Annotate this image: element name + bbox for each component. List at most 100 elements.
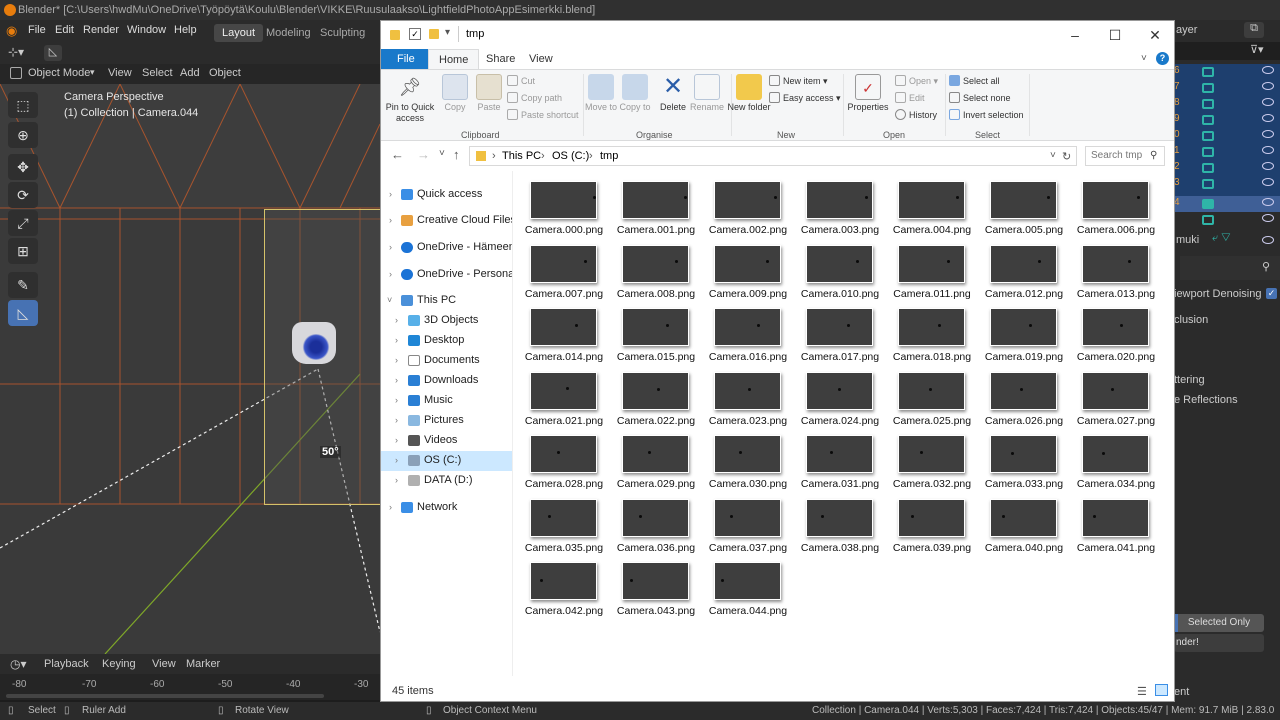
refresh-icon[interactable]: ↻ [1062,150,1071,163]
file-item[interactable]: Camera.010.png [789,237,879,300]
edit-button[interactable]: Edit [895,92,925,103]
mug-object[interactable] [292,322,336,364]
select-tool-icon[interactable]: ⬚ [8,92,38,118]
maximize-button[interactable]: ☐ [1095,21,1135,49]
outliner-row[interactable]: 8 [1174,96,1280,112]
3d-viewport[interactable]: 50° Camera Perspective (1) Collection | … [0,84,380,654]
file-item[interactable]: Camera.000.png [513,173,603,236]
file-item[interactable]: Camera.015.png [605,300,695,363]
properties-button[interactable]: ✓ Properties [845,74,891,113]
file-item[interactable]: Camera.027.png [1065,364,1155,427]
file-item[interactable]: Camera.023.png [697,364,787,427]
menu-add[interactable]: Add [180,67,200,79]
file-list[interactable]: Camera.000.png Camera.001.png Camera.002.p… [513,171,1174,676]
history-button[interactable]: History [895,109,937,120]
file-item[interactable]: Camera.009.png [697,237,787,300]
file-item[interactable]: Camera.011.png [881,237,971,300]
expand-ribbon-icon[interactable]: ˅ [1141,53,1147,64]
file-item[interactable]: Camera.028.png [513,427,603,490]
filter-icon[interactable]: ⊽▾ [1250,43,1264,56]
workspace-sculpting[interactable]: Sculpting [312,24,373,42]
nav-3d-objects[interactable]: › 3D Objects [381,311,513,331]
forward-arrow-icon[interactable]: → [417,147,430,162]
measure-tool-icon[interactable]: ◺ [8,300,38,326]
pin-quick-access-button[interactable]: 📌︎ Pin to Quick access [385,74,435,124]
outliner-row[interactable]: 6 [1174,64,1280,80]
file-item[interactable]: Camera.002.png [697,173,787,236]
blender-icon[interactable]: ◉ [6,23,17,39]
object-mode-dropdown[interactable]: Object Mode [28,67,90,79]
timeline-marker[interactable]: Marker [186,658,220,670]
nav-creative-cloud[interactable]: › Creative Cloud Files [381,211,513,231]
file-item[interactable]: Camera.003.png [789,173,879,236]
file-item[interactable]: Camera.036.png [605,491,695,554]
file-item[interactable]: Camera.035.png [513,491,603,554]
outliner-row[interactable]: 2 [1174,160,1280,176]
customize-toolbar-icon[interactable]: ▾ [445,27,450,38]
nav-pictures[interactable]: › Pictures [381,411,513,431]
file-item[interactable]: Camera.032.png [881,427,971,490]
nav-onedrive-hameen[interactable]: ›OneDrive - Hämeen a [381,238,513,258]
layer-icon[interactable]: ⧉ [1244,22,1264,38]
menu-render[interactable]: Render [83,24,119,36]
workspace-layout[interactable]: Layout [214,24,264,42]
file-item[interactable]: Camera.016.png [697,300,787,363]
selected-only-toggle[interactable]: Selected Only [1174,614,1264,632]
pin-icon[interactable]: ⚲ [1262,260,1270,273]
cursor-tool-icon[interactable]: ⊕ [8,122,38,148]
explorer-title-bar[interactable]: ✓ ▾ tmp – ☐ ✕ [381,21,1174,49]
file-item[interactable]: Camera.021.png [513,364,603,427]
nav-videos[interactable]: › Videos [381,431,513,451]
recent-locations-icon[interactable]: ˅ [439,148,445,159]
select-none-button[interactable]: Select none [949,92,1011,103]
nav-downloads[interactable]: › Downloads [381,371,513,391]
rotate-tool-icon[interactable]: ⟳ [8,182,38,208]
new-folder-button[interactable]: New folder [727,74,771,113]
file-item[interactable]: Camera.014.png [513,300,603,363]
file-item[interactable]: Camera.031.png [789,427,879,490]
file-item[interactable]: Camera.017.png [789,300,879,363]
select-all-button[interactable]: Select all [949,75,1000,86]
file-item[interactable]: Camera.040.png [973,491,1063,554]
invert-selection-button[interactable]: Invert selection [949,109,1024,120]
file-item[interactable]: Camera.013.png [1065,237,1155,300]
scale-tool-icon[interactable]: ⤢ [8,210,38,236]
nav-network[interactable]: › Network [381,498,513,518]
file-item[interactable]: Camera.019.png [973,300,1063,363]
nav-documents[interactable]: › Documents [381,351,513,371]
workspace-modeling[interactable]: Modeling [258,24,319,42]
file-item[interactable]: Camera.043.png [605,554,695,617]
file-item[interactable]: Camera.004.png [881,173,971,236]
file-item[interactable]: Camera.022.png [605,364,695,427]
annotate-tool-icon[interactable]: ✎ [8,272,38,298]
search-input[interactable]: Search tmp ⚲ [1085,146,1165,166]
outliner-row-active[interactable]: 4 [1174,196,1280,212]
clock-icon[interactable]: ◷▾ [10,657,27,671]
timeline-playback[interactable]: Playback [44,658,89,670]
paste-shortcut-button[interactable]: Paste shortcut [507,109,579,120]
easy-access-button[interactable]: Easy access ▾ [769,92,841,104]
cut-button[interactable]: Cut [507,75,535,86]
menu-window[interactable]: Window [127,24,166,36]
menu-edit[interactable]: Edit [55,24,74,36]
nav-music[interactable]: › Music [381,391,513,411]
active-tool-icon[interactable]: ◺ [44,45,62,61]
breadcrumb-os-c[interactable]: OS (C:) [552,150,589,162]
address-dropdown-icon[interactable]: ˅ [1050,150,1056,161]
file-item[interactable]: Camera.034.png [1065,427,1155,490]
outliner-row[interactable]: 7 [1174,80,1280,96]
file-item[interactable]: Camera.033.png [973,427,1063,490]
file-item[interactable]: Camera.012.png [973,237,1063,300]
copy-path-button[interactable]: Copy path [507,92,562,103]
help-icon[interactable]: ? [1156,52,1169,65]
nav-quick-access[interactable]: › Quick access [381,185,513,205]
nav-this-pc[interactable]: ˅ This PC [381,291,513,311]
render-button[interactable]: nder! [1174,634,1264,652]
transform-tool-icon[interactable]: ⊞ [8,238,38,264]
timeline[interactable]: -80 -70 -60 -50 -40 -30 [0,674,380,700]
rename-button[interactable]: Rename [685,74,729,113]
file-item[interactable]: Camera.018.png [881,300,971,363]
open-button[interactable]: Open ▾ [895,75,938,87]
tab-share[interactable]: Share [476,49,525,69]
file-item[interactable]: Camera.044.png [697,554,787,617]
